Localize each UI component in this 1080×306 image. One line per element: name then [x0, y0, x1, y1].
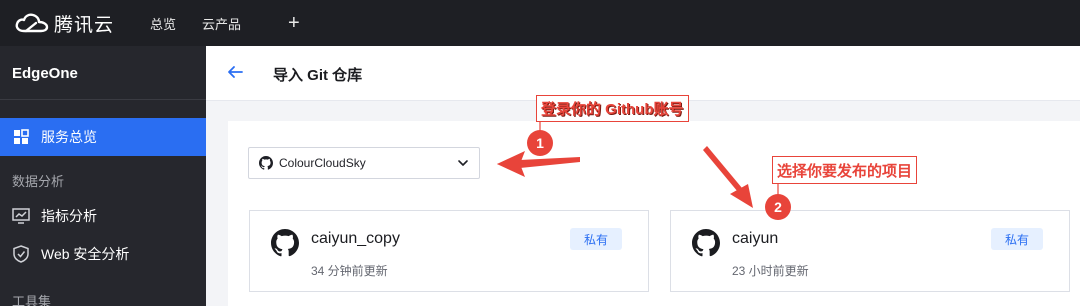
tencent-cloud-logo[interactable]: 腾讯云: [14, 10, 114, 37]
chart-monitor-icon: [12, 207, 30, 225]
page-header: 导入 Git 仓库: [206, 46, 1080, 101]
cloud-logo-icon: [15, 13, 49, 33]
sidebar-section-data-analysis: 数据分析: [12, 174, 65, 189]
annotation-marker-1: 1: [527, 130, 553, 156]
brand-name: 腾讯云: [54, 14, 115, 36]
github-icon: [259, 156, 273, 170]
private-badge: 私有: [570, 228, 622, 250]
repo-name: caiyun: [732, 230, 779, 247]
repo-card-caiyun[interactable]: caiyun 23 小时前更新 私有: [670, 210, 1070, 292]
sidebar-divider: [0, 99, 206, 100]
product-title: EdgeOne: [12, 65, 78, 82]
annotation-marker-2: 2: [765, 194, 791, 220]
nav-overview[interactable]: 总览: [150, 14, 176, 33]
sidebar-item-label: 服务总览: [41, 129, 97, 145]
github-icon: [271, 229, 299, 257]
chevron-down-icon: [458, 160, 468, 166]
repo-updated-time: 34 分钟前更新: [311, 264, 388, 278]
annotation-label-1: 登录你的 Github账号: [536, 95, 689, 122]
top-bar: 腾讯云 总览 云产品 +: [0, 0, 1080, 46]
repo-name: caiyun_copy: [311, 230, 400, 247]
sidebar-item-metrics-analysis[interactable]: 指标分析: [0, 197, 206, 235]
back-arrow-icon[interactable]: [226, 63, 244, 81]
selected-account: ColourCloudSky: [279, 156, 366, 170]
sidebar-section-toolset: 工具集: [12, 294, 52, 306]
sidebar-item-service-overview[interactable]: 服务总览: [0, 118, 206, 156]
grid-icon: [12, 128, 30, 146]
github-icon: [692, 229, 720, 257]
repo-card-caiyun-copy[interactable]: caiyun_copy 34 分钟前更新 私有: [249, 210, 649, 292]
annotation-label-2: 选择你要发布的项目: [772, 156, 918, 184]
sidebar-item-label: 指标分析: [41, 208, 97, 224]
nav-cloud-products[interactable]: 云产品: [202, 14, 241, 33]
page-title: 导入 Git 仓库: [273, 67, 363, 84]
sidebar-item-label: Web 安全分析: [41, 246, 130, 262]
github-account-select[interactable]: ColourCloudSky: [248, 147, 480, 179]
repo-updated-time: 23 小时前更新: [732, 264, 809, 278]
sidebar: EdgeOne 服务总览 数据分析 指标分析 Web 安全分析 工具集: [0, 46, 206, 306]
private-badge: 私有: [991, 228, 1043, 250]
add-shortcut-button[interactable]: +: [288, 13, 300, 33]
sidebar-item-web-security-analysis[interactable]: Web 安全分析: [0, 235, 206, 273]
shield-icon: [12, 245, 30, 263]
